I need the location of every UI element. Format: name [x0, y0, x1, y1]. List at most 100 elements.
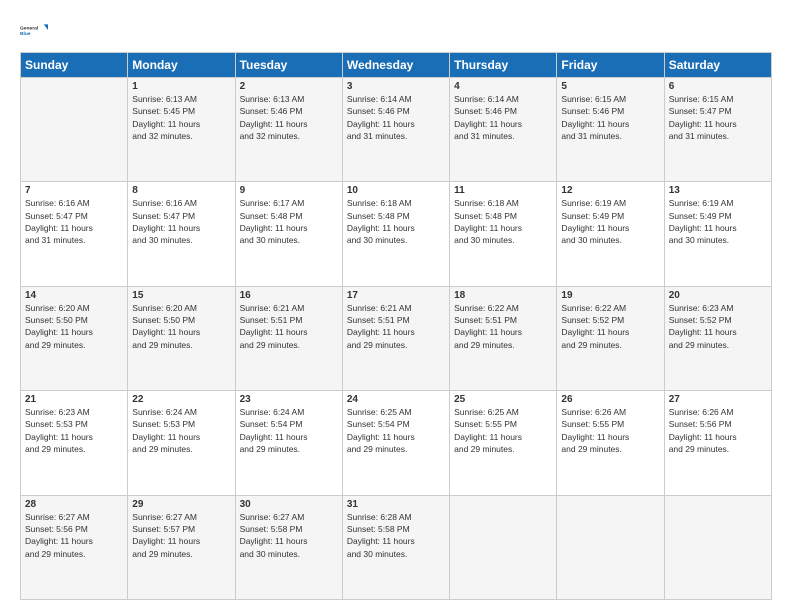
- calendar-cell: 28Sunrise: 6:27 AM Sunset: 5:56 PM Dayli…: [21, 495, 128, 599]
- day-number: 5: [561, 81, 659, 92]
- week-row-1: 7Sunrise: 6:16 AM Sunset: 5:47 PM Daylig…: [21, 182, 772, 286]
- day-info: Sunrise: 6:16 AM Sunset: 5:47 PM Dayligh…: [132, 197, 230, 246]
- calendar-cell: 24Sunrise: 6:25 AM Sunset: 5:54 PM Dayli…: [342, 391, 449, 495]
- day-info: Sunrise: 6:14 AM Sunset: 5:46 PM Dayligh…: [347, 93, 445, 142]
- day-number: 11: [454, 185, 552, 196]
- day-info: Sunrise: 6:17 AM Sunset: 5:48 PM Dayligh…: [240, 197, 338, 246]
- calendar-cell: 16Sunrise: 6:21 AM Sunset: 5:51 PM Dayli…: [235, 286, 342, 390]
- day-info: Sunrise: 6:18 AM Sunset: 5:48 PM Dayligh…: [454, 197, 552, 246]
- day-info: Sunrise: 6:26 AM Sunset: 5:55 PM Dayligh…: [561, 406, 659, 455]
- day-info: Sunrise: 6:27 AM Sunset: 5:57 PM Dayligh…: [132, 511, 230, 560]
- day-number: 19: [561, 290, 659, 301]
- calendar-body: 1Sunrise: 6:13 AM Sunset: 5:45 PM Daylig…: [21, 78, 772, 600]
- calendar-cell: 14Sunrise: 6:20 AM Sunset: 5:50 PM Dayli…: [21, 286, 128, 390]
- day-info: Sunrise: 6:27 AM Sunset: 5:58 PM Dayligh…: [240, 511, 338, 560]
- calendar-cell: 15Sunrise: 6:20 AM Sunset: 5:50 PM Dayli…: [128, 286, 235, 390]
- calendar-cell: 22Sunrise: 6:24 AM Sunset: 5:53 PM Dayli…: [128, 391, 235, 495]
- day-number: 2: [240, 81, 338, 92]
- day-number: 14: [25, 290, 123, 301]
- day-number: 21: [25, 394, 123, 405]
- header: General Blue: [20, 16, 772, 44]
- day-number: 9: [240, 185, 338, 196]
- day-info: Sunrise: 6:25 AM Sunset: 5:54 PM Dayligh…: [347, 406, 445, 455]
- day-number: 10: [347, 185, 445, 196]
- calendar-page: General Blue SundayMondayTuesdayWednesda…: [0, 0, 792, 612]
- day-info: Sunrise: 6:25 AM Sunset: 5:55 PM Dayligh…: [454, 406, 552, 455]
- day-info: Sunrise: 6:20 AM Sunset: 5:50 PM Dayligh…: [25, 302, 123, 351]
- day-info: Sunrise: 6:15 AM Sunset: 5:46 PM Dayligh…: [561, 93, 659, 142]
- calendar-cell: 6Sunrise: 6:15 AM Sunset: 5:47 PM Daylig…: [664, 78, 771, 182]
- day-number: 23: [240, 394, 338, 405]
- day-info: Sunrise: 6:14 AM Sunset: 5:46 PM Dayligh…: [454, 93, 552, 142]
- calendar-cell: 11Sunrise: 6:18 AM Sunset: 5:48 PM Dayli…: [450, 182, 557, 286]
- header-cell-saturday: Saturday: [664, 53, 771, 78]
- calendar-cell: [664, 495, 771, 599]
- calendar-cell: 8Sunrise: 6:16 AM Sunset: 5:47 PM Daylig…: [128, 182, 235, 286]
- calendar-cell: 23Sunrise: 6:24 AM Sunset: 5:54 PM Dayli…: [235, 391, 342, 495]
- day-info: Sunrise: 6:19 AM Sunset: 5:49 PM Dayligh…: [561, 197, 659, 246]
- calendar-cell: 5Sunrise: 6:15 AM Sunset: 5:46 PM Daylig…: [557, 78, 664, 182]
- calendar-cell: 17Sunrise: 6:21 AM Sunset: 5:51 PM Dayli…: [342, 286, 449, 390]
- day-info: Sunrise: 6:28 AM Sunset: 5:58 PM Dayligh…: [347, 511, 445, 560]
- calendar-cell: 7Sunrise: 6:16 AM Sunset: 5:47 PM Daylig…: [21, 182, 128, 286]
- day-number: 22: [132, 394, 230, 405]
- calendar-cell: 2Sunrise: 6:13 AM Sunset: 5:46 PM Daylig…: [235, 78, 342, 182]
- day-info: Sunrise: 6:21 AM Sunset: 5:51 PM Dayligh…: [240, 302, 338, 351]
- header-cell-tuesday: Tuesday: [235, 53, 342, 78]
- calendar-cell: 30Sunrise: 6:27 AM Sunset: 5:58 PM Dayli…: [235, 495, 342, 599]
- day-number: 6: [669, 81, 767, 92]
- day-number: 8: [132, 185, 230, 196]
- day-info: Sunrise: 6:16 AM Sunset: 5:47 PM Dayligh…: [25, 197, 123, 246]
- week-row-3: 21Sunrise: 6:23 AM Sunset: 5:53 PM Dayli…: [21, 391, 772, 495]
- day-info: Sunrise: 6:26 AM Sunset: 5:56 PM Dayligh…: [669, 406, 767, 455]
- day-info: Sunrise: 6:20 AM Sunset: 5:50 PM Dayligh…: [132, 302, 230, 351]
- calendar-cell: 25Sunrise: 6:25 AM Sunset: 5:55 PM Dayli…: [450, 391, 557, 495]
- calendar-cell: 13Sunrise: 6:19 AM Sunset: 5:49 PM Dayli…: [664, 182, 771, 286]
- calendar-cell: [557, 495, 664, 599]
- header-cell-monday: Monday: [128, 53, 235, 78]
- day-info: Sunrise: 6:23 AM Sunset: 5:52 PM Dayligh…: [669, 302, 767, 351]
- calendar-cell: 4Sunrise: 6:14 AM Sunset: 5:46 PM Daylig…: [450, 78, 557, 182]
- day-info: Sunrise: 6:23 AM Sunset: 5:53 PM Dayligh…: [25, 406, 123, 455]
- calendar-cell: 9Sunrise: 6:17 AM Sunset: 5:48 PM Daylig…: [235, 182, 342, 286]
- calendar-cell: 27Sunrise: 6:26 AM Sunset: 5:56 PM Dayli…: [664, 391, 771, 495]
- calendar-cell: 19Sunrise: 6:22 AM Sunset: 5:52 PM Dayli…: [557, 286, 664, 390]
- calendar-cell: [450, 495, 557, 599]
- day-number: 17: [347, 290, 445, 301]
- header-cell-sunday: Sunday: [21, 53, 128, 78]
- header-cell-thursday: Thursday: [450, 53, 557, 78]
- calendar-header: SundayMondayTuesdayWednesdayThursdayFrid…: [21, 53, 772, 78]
- day-number: 30: [240, 499, 338, 510]
- calendar-cell: 31Sunrise: 6:28 AM Sunset: 5:58 PM Dayli…: [342, 495, 449, 599]
- day-info: Sunrise: 6:21 AM Sunset: 5:51 PM Dayligh…: [347, 302, 445, 351]
- calendar-cell: 29Sunrise: 6:27 AM Sunset: 5:57 PM Dayli…: [128, 495, 235, 599]
- calendar-cell: 21Sunrise: 6:23 AM Sunset: 5:53 PM Dayli…: [21, 391, 128, 495]
- week-row-0: 1Sunrise: 6:13 AM Sunset: 5:45 PM Daylig…: [21, 78, 772, 182]
- week-row-2: 14Sunrise: 6:20 AM Sunset: 5:50 PM Dayli…: [21, 286, 772, 390]
- calendar-cell: 12Sunrise: 6:19 AM Sunset: 5:49 PM Dayli…: [557, 182, 664, 286]
- day-number: 4: [454, 81, 552, 92]
- day-info: Sunrise: 6:15 AM Sunset: 5:47 PM Dayligh…: [669, 93, 767, 142]
- calendar-cell: 20Sunrise: 6:23 AM Sunset: 5:52 PM Dayli…: [664, 286, 771, 390]
- day-info: Sunrise: 6:24 AM Sunset: 5:54 PM Dayligh…: [240, 406, 338, 455]
- header-cell-friday: Friday: [557, 53, 664, 78]
- day-number: 24: [347, 394, 445, 405]
- week-row-4: 28Sunrise: 6:27 AM Sunset: 5:56 PM Dayli…: [21, 495, 772, 599]
- day-info: Sunrise: 6:27 AM Sunset: 5:56 PM Dayligh…: [25, 511, 123, 560]
- calendar-cell: 3Sunrise: 6:14 AM Sunset: 5:46 PM Daylig…: [342, 78, 449, 182]
- day-number: 20: [669, 290, 767, 301]
- day-number: 15: [132, 290, 230, 301]
- day-number: 29: [132, 499, 230, 510]
- svg-text:Blue: Blue: [20, 31, 31, 37]
- day-number: 31: [347, 499, 445, 510]
- day-number: 28: [25, 499, 123, 510]
- day-number: 12: [561, 185, 659, 196]
- calendar-cell: 18Sunrise: 6:22 AM Sunset: 5:51 PM Dayli…: [450, 286, 557, 390]
- day-number: 27: [669, 394, 767, 405]
- day-info: Sunrise: 6:22 AM Sunset: 5:52 PM Dayligh…: [561, 302, 659, 351]
- calendar-cell: 26Sunrise: 6:26 AM Sunset: 5:55 PM Dayli…: [557, 391, 664, 495]
- day-number: 18: [454, 290, 552, 301]
- day-info: Sunrise: 6:13 AM Sunset: 5:45 PM Dayligh…: [132, 93, 230, 142]
- calendar-cell: [21, 78, 128, 182]
- header-cell-wednesday: Wednesday: [342, 53, 449, 78]
